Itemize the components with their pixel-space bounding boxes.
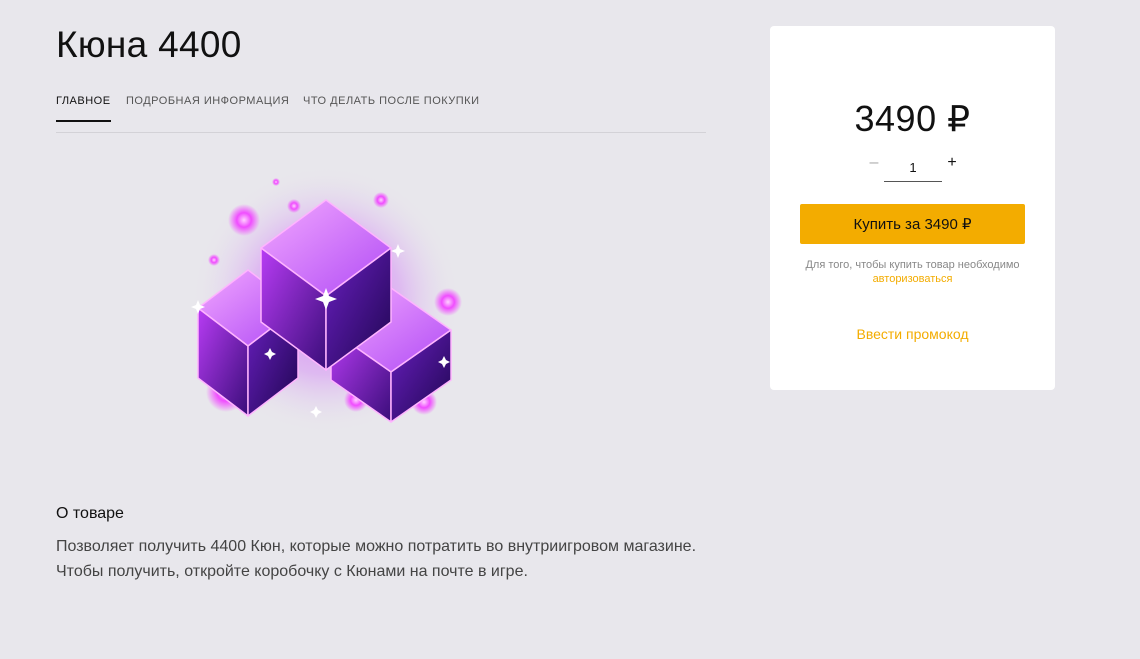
quantity-increase-button[interactable]: +	[942, 153, 962, 173]
page-title: Кюна 4400	[56, 24, 242, 65]
purchase-card: 3490 ₽ – + Купить за 3490 ₽ Для того, чт…	[770, 26, 1055, 390]
about-description: Позволяет получить 4400 Кюн, которые мож…	[56, 538, 697, 580]
tab-after-purchase[interactable]: Что делать после покупки	[303, 95, 480, 107]
auth-note: Для того, чтобы купить товар необходимо …	[790, 258, 1035, 286]
about-title: О товаре	[56, 505, 124, 522]
buy-button[interactable]: Купить за 3490 ₽	[800, 204, 1025, 244]
tab-main[interactable]: Главное	[56, 95, 111, 122]
price: 3490 ₽	[854, 98, 971, 139]
quantity-input[interactable]	[884, 153, 942, 182]
purple-crystals-icon	[176, 160, 476, 460]
tab-details[interactable]: Подробная информация	[126, 95, 289, 107]
login-link[interactable]: авторизоваться	[873, 273, 953, 285]
promo-code-link[interactable]: Ввести промокод	[770, 326, 1055, 342]
product-tabs: Главное Подробная информация Что делать …	[56, 88, 706, 133]
quantity-decrease-button[interactable]: –	[864, 153, 884, 173]
auth-note-text: Для того, чтобы купить товар необходимо	[805, 259, 1020, 271]
